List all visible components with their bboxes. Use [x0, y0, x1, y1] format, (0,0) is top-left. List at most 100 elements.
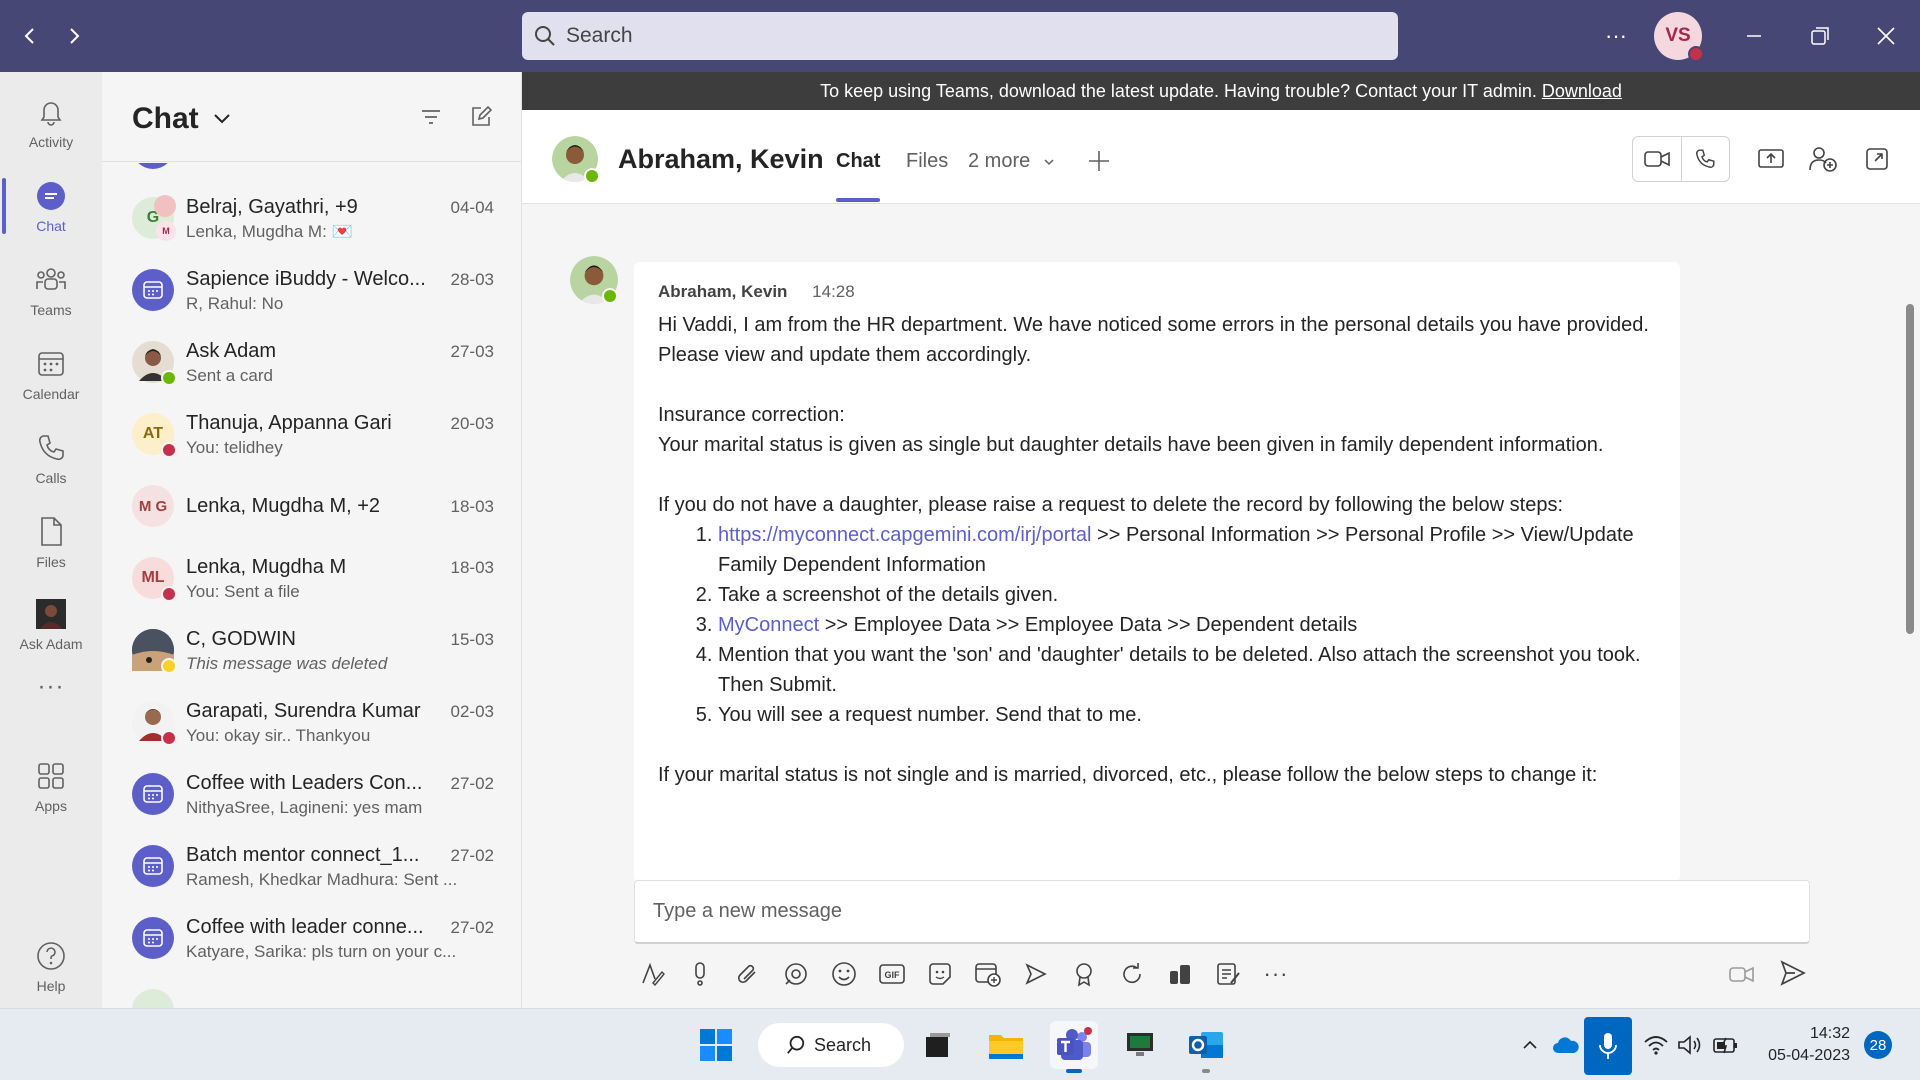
audio-call-button[interactable] — [1680, 137, 1730, 181]
network-button[interactable] — [1642, 1031, 1670, 1059]
rail-item-calendar[interactable]: Calendar — [0, 334, 102, 414]
group-avatar: G M — [132, 195, 176, 241]
rail-item-teams[interactable]: Teams — [0, 250, 102, 330]
video-call-button[interactable] — [1633, 137, 1681, 181]
volume-button[interactable] — [1676, 1031, 1704, 1059]
task-view-icon — [926, 1033, 950, 1057]
rail-item-calls[interactable]: Calls — [0, 418, 102, 498]
message-input[interactable]: Type a new message — [634, 880, 1810, 944]
loop-button[interactable] — [780, 958, 812, 990]
sticker-icon — [929, 963, 951, 985]
rail-item-activity[interactable]: Activity — [0, 82, 102, 162]
stream-button[interactable] — [1020, 958, 1052, 990]
restore-button[interactable] — [1802, 18, 1838, 54]
list-item[interactable]: AT Thanuja, Appanna Gari You: telidhey 2… — [102, 399, 522, 471]
new-chat-button[interactable] — [466, 102, 496, 132]
rail-item-help[interactable]: Help — [0, 926, 102, 1006]
avatar: M — [156, 221, 176, 241]
close-button[interactable] — [1868, 18, 1904, 54]
updates-button[interactable] — [1116, 958, 1148, 990]
forms-button[interactable] — [1212, 958, 1244, 990]
chat-list-title: Chat — [132, 102, 199, 135]
list-item[interactable]: Coffee with Leaders Con... NithyaSree, L… — [102, 759, 522, 831]
list-item[interactable]: ML Lenka, Mugdha M You: Sent a file 18-0… — [102, 543, 522, 615]
add-people-button[interactable] — [1808, 144, 1838, 174]
praise-button[interactable] — [1068, 958, 1100, 990]
compose-toolbar: GIF ··· — [634, 954, 1814, 994]
chat-date: 27-02 — [450, 918, 494, 937]
notification-badge[interactable]: 28 — [1864, 1031, 1892, 1059]
list-item[interactable]: Ask Adam Sent a card 27-03 — [102, 327, 522, 399]
video-clip-button[interactable] — [1726, 958, 1758, 990]
taskbar-search[interactable]: Search — [758, 1023, 904, 1067]
user-avatar[interactable]: VS — [1654, 12, 1704, 62]
presence-available-icon — [602, 288, 618, 304]
chat-name: Lenka, Mugdha M — [186, 556, 347, 578]
teams-taskbar-button[interactable] — [1050, 1021, 1098, 1073]
gif-button[interactable]: GIF — [876, 958, 908, 990]
list-item[interactable]: Garapati, Surendra Kumar You: okay sir..… — [102, 687, 522, 759]
task-view-button[interactable] — [914, 1021, 962, 1069]
share-screen-button[interactable] — [1756, 144, 1786, 174]
chat-list-header: Chat — [102, 72, 522, 162]
list-item[interactable]: M G Lenka, Mugdha M, +2 18-03 — [102, 471, 522, 543]
rail-item-ask-adam[interactable]: Ask Adam — [0, 584, 102, 664]
sticker-button[interactable] — [924, 958, 956, 990]
file-explorer-button[interactable] — [982, 1021, 1030, 1069]
rail-item-apps[interactable]: Apps — [0, 746, 102, 826]
filter-button[interactable] — [416, 102, 446, 132]
format-button[interactable] — [636, 958, 668, 990]
schedule-meeting-button[interactable] — [972, 958, 1004, 990]
list-item[interactable] — [102, 975, 522, 1008]
rail-item-chat[interactable]: Chat — [0, 166, 102, 246]
bell-icon — [33, 94, 69, 130]
rail-item-files[interactable]: Files — [0, 502, 102, 582]
outlook-button[interactable] — [1182, 1021, 1230, 1073]
list-item[interactable]: Sapience iBuddy - Welco... R, Rahul: No … — [102, 255, 522, 327]
exclamation-icon — [695, 962, 705, 986]
message-bubble[interactable]: Abraham, Kevin 14:28 Hi Vaddi, I am from… — [634, 262, 1680, 882]
chat-preview: Ramesh, Khedkar Madhura: Sent ... — [186, 870, 458, 889]
emoji-button[interactable] — [828, 958, 860, 990]
back-button[interactable] — [14, 20, 46, 52]
list-item[interactable] — [102, 163, 522, 185]
search-input[interactable]: Search — [522, 12, 1398, 60]
tab-chat[interactable]: Chat — [836, 150, 880, 173]
add-tab-button[interactable] — [1084, 146, 1114, 176]
chevron-down-icon[interactable] — [210, 106, 234, 130]
download-link[interactable]: Download — [1542, 81, 1622, 102]
chat-name: Belraj, Gayathri, +9 — [186, 196, 358, 218]
list-item[interactable]: Batch mentor connect_1... Ramesh, Khedka… — [102, 831, 522, 903]
rail-more-apps[interactable]: ··· — [0, 662, 102, 712]
send-button[interactable] — [1776, 956, 1810, 990]
monitor-app-button[interactable] — [1116, 1021, 1164, 1069]
badge-icon — [1076, 963, 1092, 987]
list-item[interactable]: C, GODWIN This message was deleted 15-03 — [102, 615, 522, 687]
attach-button[interactable] — [732, 958, 764, 990]
more-options-button[interactable]: ··· — [1260, 958, 1292, 990]
scrollbar[interactable] — [1906, 304, 1914, 634]
microphone-in-use[interactable] — [1584, 1017, 1632, 1075]
more-options-button[interactable]: ··· — [1598, 18, 1634, 54]
system-clock[interactable]: 14:32 05-04-2023 — [1740, 1023, 1850, 1067]
tab-files[interactable]: Files — [906, 150, 948, 173]
avatar: ML — [132, 557, 177, 602]
show-hidden-icons-button[interactable] — [1516, 1031, 1544, 1059]
approvals-button[interactable] — [1164, 958, 1196, 990]
message-paragraph: Your marital status is given as single b… — [658, 434, 1604, 456]
forward-button[interactable] — [58, 20, 90, 52]
forms-icon — [1217, 963, 1240, 985]
list-item[interactable]: Coffee with leader conne... Katyare, Sar… — [102, 903, 522, 975]
myconnect-link[interactable]: MyConnect — [718, 614, 819, 636]
battery-button[interactable] — [1712, 1031, 1740, 1059]
minimize-button[interactable] — [1736, 18, 1772, 54]
priority-button[interactable] — [684, 958, 716, 990]
pop-out-button[interactable] — [1862, 144, 1892, 174]
start-button[interactable] — [692, 1021, 740, 1069]
onedrive-button[interactable] — [1552, 1031, 1580, 1059]
file-icon — [33, 514, 69, 550]
tab-more[interactable]: 2 more — [968, 150, 1056, 173]
list-item[interactable]: G M Belraj, Gayathri, +9 Lenka, Mugdha M… — [102, 183, 522, 255]
avatar — [132, 629, 177, 674]
portal-link[interactable]: https://myconnect.capgemini.com/irj/port… — [718, 524, 1092, 546]
